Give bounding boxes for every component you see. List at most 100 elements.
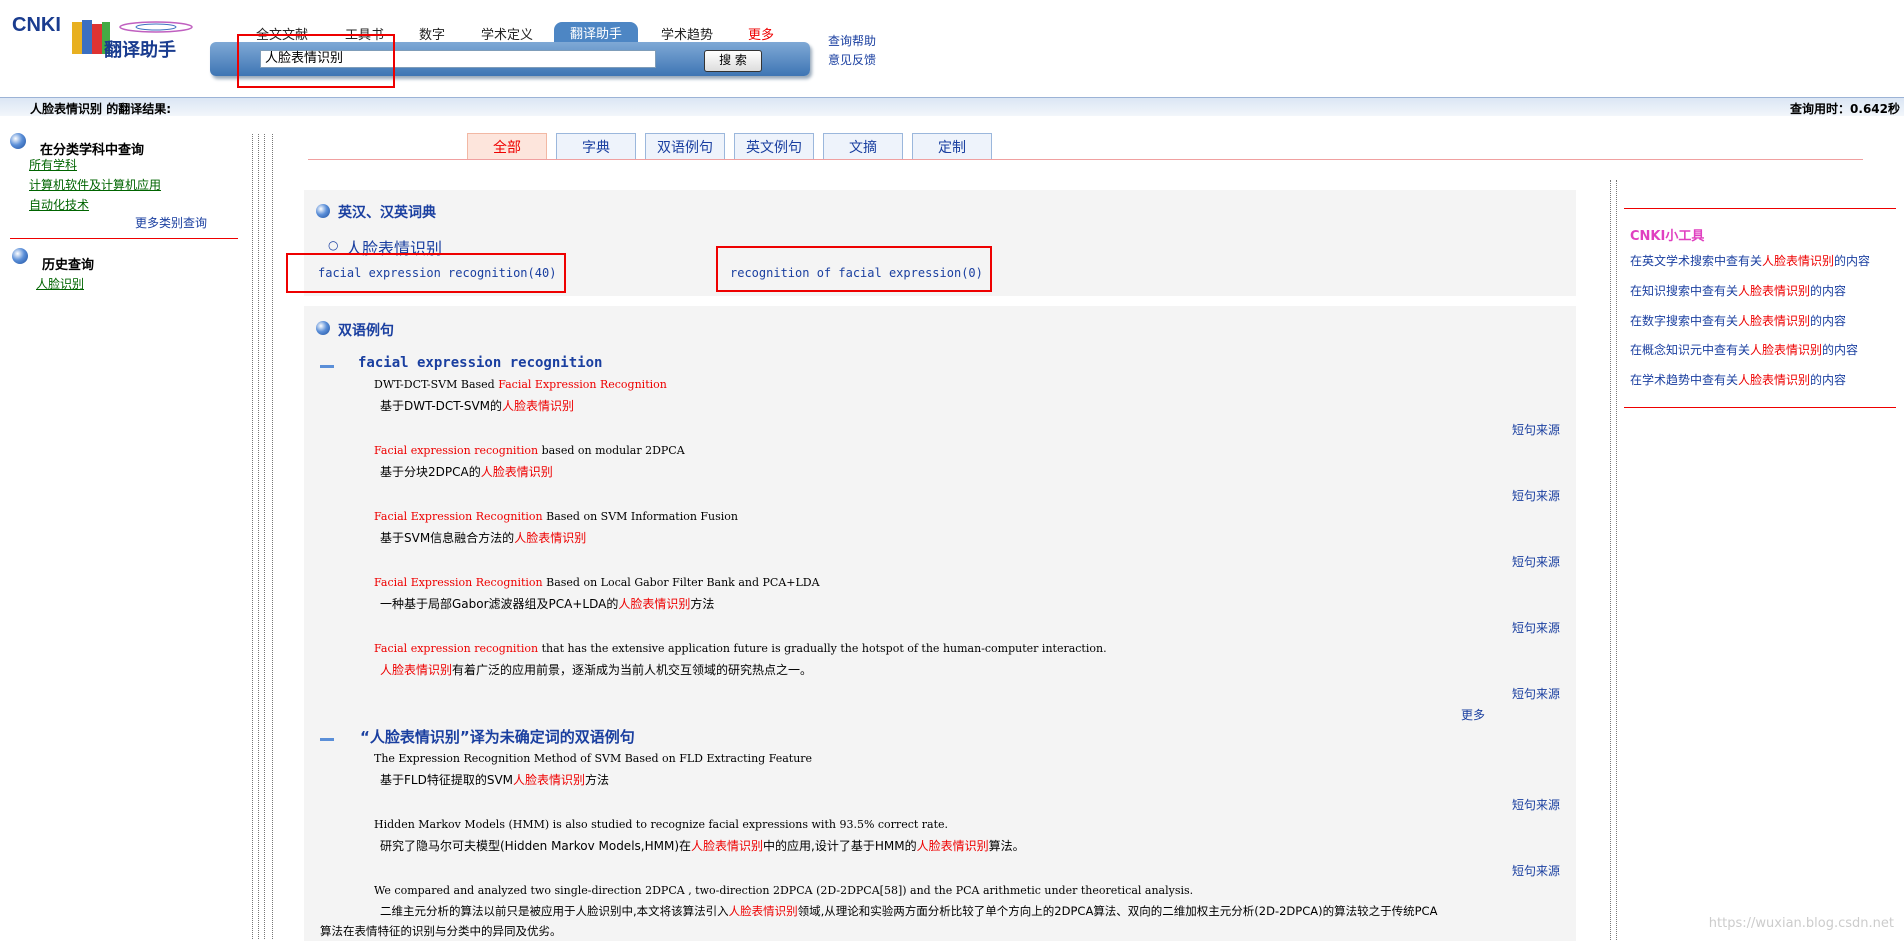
example-cn: 基于SVM信息融合方法的人脸表情识别	[380, 529, 586, 546]
example-cn-part: 基于DWT-DCT-SVM的	[380, 399, 503, 413]
tab-all[interactable]: 全部	[467, 133, 547, 160]
tool-link-part: 在数字搜索中查有关	[1630, 314, 1739, 328]
divider	[10, 238, 238, 239]
example-cn-part: 方法	[585, 773, 610, 787]
section-bullet-icon	[316, 204, 330, 218]
tools-title: CNKI小工具	[1630, 229, 1705, 244]
nav-tab-trends[interactable]: 学术趋势	[661, 24, 713, 43]
source-link[interactable]: 短句来源	[1512, 862, 1560, 879]
example-en-highlight: Facial Expression Recognition	[374, 510, 543, 523]
category-link-all[interactable]: 所有学科	[29, 156, 77, 173]
nav-tab-more[interactable]: 更多	[748, 24, 774, 43]
tool-link-highlight: 人脸表情识别	[1750, 343, 1823, 357]
tool-link-trend-search[interactable]: 在学术趋势中查有关人脸表情识别的内容	[1630, 371, 1846, 388]
group1-title: facial expression recognition	[358, 355, 603, 371]
example-cn-highlight: 人脸表情识别	[916, 839, 989, 853]
logo-brand: CNKI	[12, 14, 61, 36]
example-cn-part: 基于FLD特征提取的SVM	[380, 773, 514, 787]
tab-abstracts[interactable]: 文摘	[823, 133, 903, 160]
example-cn-highlight: 人脸表情识别	[691, 839, 764, 853]
bilingual-section-title: 双语例句	[338, 323, 394, 339]
history-link[interactable]: 人脸识别	[36, 275, 84, 292]
category-link-automation[interactable]: 自动化技术	[29, 196, 89, 213]
example-en: Facial expression recognition based on m…	[374, 444, 685, 457]
example-cn-highlight: 人脸表情识别	[480, 465, 553, 479]
help-link[interactable]: 查询帮助	[828, 32, 876, 49]
tab-bilingual[interactable]: 双语例句	[645, 133, 725, 160]
example-en-part: Based on SVM Information Fusion	[542, 510, 738, 523]
example-cn-part: 基于SVM信息融合方法的	[380, 531, 515, 545]
term-bullet-icon: ○	[328, 238, 339, 252]
example-cn-part: 方法	[690, 597, 715, 611]
tool-link-highlight: 人脸表情识别	[1762, 254, 1835, 268]
tool-link-concept-search[interactable]: 在概念知识元中查有关人脸表情识别的内容	[1630, 341, 1858, 358]
left-divider	[264, 134, 265, 939]
source-link[interactable]: 短句来源	[1512, 421, 1560, 438]
example-cn-part: 领域,从理论和实验两方面分析比较了单个方向上的2DPCA算法、双向的二维加权主元…	[797, 904, 1438, 918]
tool-link-knowledge-search[interactable]: 在知识搜索中查有关人脸表情识别的内容	[1630, 282, 1846, 299]
search-button[interactable]: 搜 索	[704, 50, 762, 72]
more-examples-link[interactable]: 更多	[1461, 706, 1485, 723]
source-link[interactable]: 短句来源	[1512, 487, 1560, 504]
source-link[interactable]: 短句来源	[1512, 685, 1560, 702]
tool-link-highlight: 人脸表情识别	[1738, 373, 1811, 387]
history-bullet-icon	[12, 248, 28, 264]
example-cn-part: 基于分块2DPCA的	[380, 465, 481, 479]
right-divider	[1610, 180, 1611, 940]
tabs-underline	[308, 159, 1863, 160]
result-heading: 人脸表情识别 的翻译结果:	[30, 100, 171, 117]
section-bullet-icon	[316, 321, 330, 335]
example-cn: 二维主元分析的算法以前只是被应用于人脸识别中,本文将该算法引入人脸表情识别领域,…	[380, 903, 1437, 919]
example-en: Facial Expression Recognition Based on L…	[374, 576, 820, 589]
annotation-box-search	[237, 34, 395, 88]
result-query: 人脸表情识别	[30, 102, 103, 116]
tool-link-part: 的内容	[1810, 373, 1847, 387]
tool-link-english-search[interactable]: 在英文学术搜索中查有关人脸表情识别的内容	[1630, 252, 1870, 269]
example-cn: 研究了隐马尔可夫模型(Hidden Markov Models,HMM)在人脸表…	[380, 837, 1025, 854]
source-link[interactable]: 短句来源	[1512, 553, 1560, 570]
annotation-box-translation-2	[716, 246, 992, 292]
nav-tab-numbers[interactable]: 数字	[419, 24, 445, 43]
tab-custom[interactable]: 定制	[912, 133, 992, 160]
result-bar: 人脸表情识别 的翻译结果: 查询用时：0.642秒	[0, 97, 1904, 116]
example-en: DWT-DCT-SVM Based Facial Expression Reco…	[374, 378, 667, 391]
collapse-icon[interactable]	[320, 738, 334, 741]
right-divider	[1616, 180, 1617, 940]
tools-top-border	[1624, 208, 1896, 209]
logo-title: 翻译助手	[104, 40, 176, 61]
more-categories-link[interactable]: 更多类别查询	[135, 214, 207, 231]
example-en-part: DWT-DCT-SVM Based	[374, 378, 499, 391]
example-en: The Expression Recognition Method of SVM…	[374, 752, 813, 765]
example-en-highlight: Facial expression recognition	[374, 642, 539, 655]
tool-link-highlight: 人脸表情识别	[1738, 314, 1811, 328]
example-cn-part: 研究了隐马尔可夫模型(Hidden Markov Models,HMM)在	[380, 839, 692, 853]
tool-link-part: 在知识搜索中查有关	[1630, 284, 1739, 298]
swirl-decoration-icon	[119, 21, 193, 33]
example-cn: 人脸表情识别有着广泛的应用前景，逐渐成为当前人机交互领域的研究热点之一。	[380, 661, 812, 678]
collapse-icon[interactable]	[320, 365, 334, 368]
left-divider	[258, 134, 259, 939]
tool-link-part: 的内容	[1810, 284, 1847, 298]
example-en: Hidden Markov Models (HMM) is also studi…	[374, 818, 949, 831]
category-link-software[interactable]: 计算机软件及计算机应用	[29, 176, 161, 193]
example-en-highlight: Facial expression recognition	[374, 444, 539, 457]
tab-dictionary[interactable]: 字典	[556, 133, 636, 160]
cnki-logo[interactable]: CNKI 翻译助手	[12, 14, 202, 64]
example-en-part: that has the extensive application futur…	[538, 642, 1107, 655]
example-en-part: Based on Local Gabor Filter Bank and PCA…	[542, 576, 820, 589]
example-en: We compared and analyzed two single-dire…	[374, 884, 1194, 897]
example-cn-continued: 算法在表情特征的识别与分类中的异同及优劣。	[320, 924, 562, 938]
feedback-link[interactable]: 意见反馈	[828, 51, 876, 68]
tab-english-examples[interactable]: 英文例句	[734, 133, 814, 160]
example-cn-part: 二维主元分析的算法以前只是被应用于人脸识别中,本文将该算法引入	[380, 904, 729, 918]
annotation-box-translation-1	[286, 253, 566, 293]
example-cn-part: 一种基于局部Gabor滤波器组及PCA+LDA的	[380, 597, 619, 611]
result-suffix: 的翻译结果:	[102, 102, 171, 116]
source-link[interactable]: 短句来源	[1512, 619, 1560, 636]
nav-tab-definitions[interactable]: 学术定义	[481, 24, 533, 43]
tool-link-number-search[interactable]: 在数字搜索中查有关人脸表情识别的内容	[1630, 312, 1846, 329]
source-link[interactable]: 短句来源	[1512, 796, 1560, 813]
example-cn-highlight: 人脸表情识别	[502, 399, 575, 413]
tools-bottom-border	[1624, 407, 1896, 408]
nav-tab-translation[interactable]: 翻译助手	[554, 22, 639, 44]
